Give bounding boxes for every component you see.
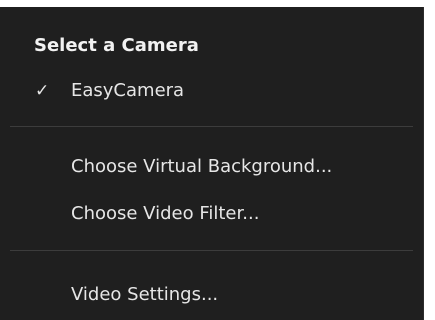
menu-divider [10, 126, 413, 127]
checkmark-icon: ✓ [35, 81, 50, 101]
menu-item-label: Choose Video Filter... [71, 203, 260, 224]
menu-item-choose-virtual-background[interactable]: Choose Virtual Background... [0, 150, 423, 184]
camera-context-menu: Select a Camera ✓ EasyCamera Choose Virt… [0, 7, 424, 320]
menu-item-label: Video Settings... [71, 284, 219, 305]
menu-header: Select a Camera [34, 35, 199, 56]
menu-divider [10, 250, 413, 251]
menu-item-video-settings[interactable]: Video Settings... [0, 278, 423, 312]
menu-item-label: EasyCamera [71, 80, 185, 101]
menu-item-easycamera[interactable]: ✓ EasyCamera [0, 74, 423, 108]
menu-item-choose-video-filter[interactable]: Choose Video Filter... [0, 197, 423, 231]
menu-item-label: Choose Virtual Background... [71, 156, 333, 177]
